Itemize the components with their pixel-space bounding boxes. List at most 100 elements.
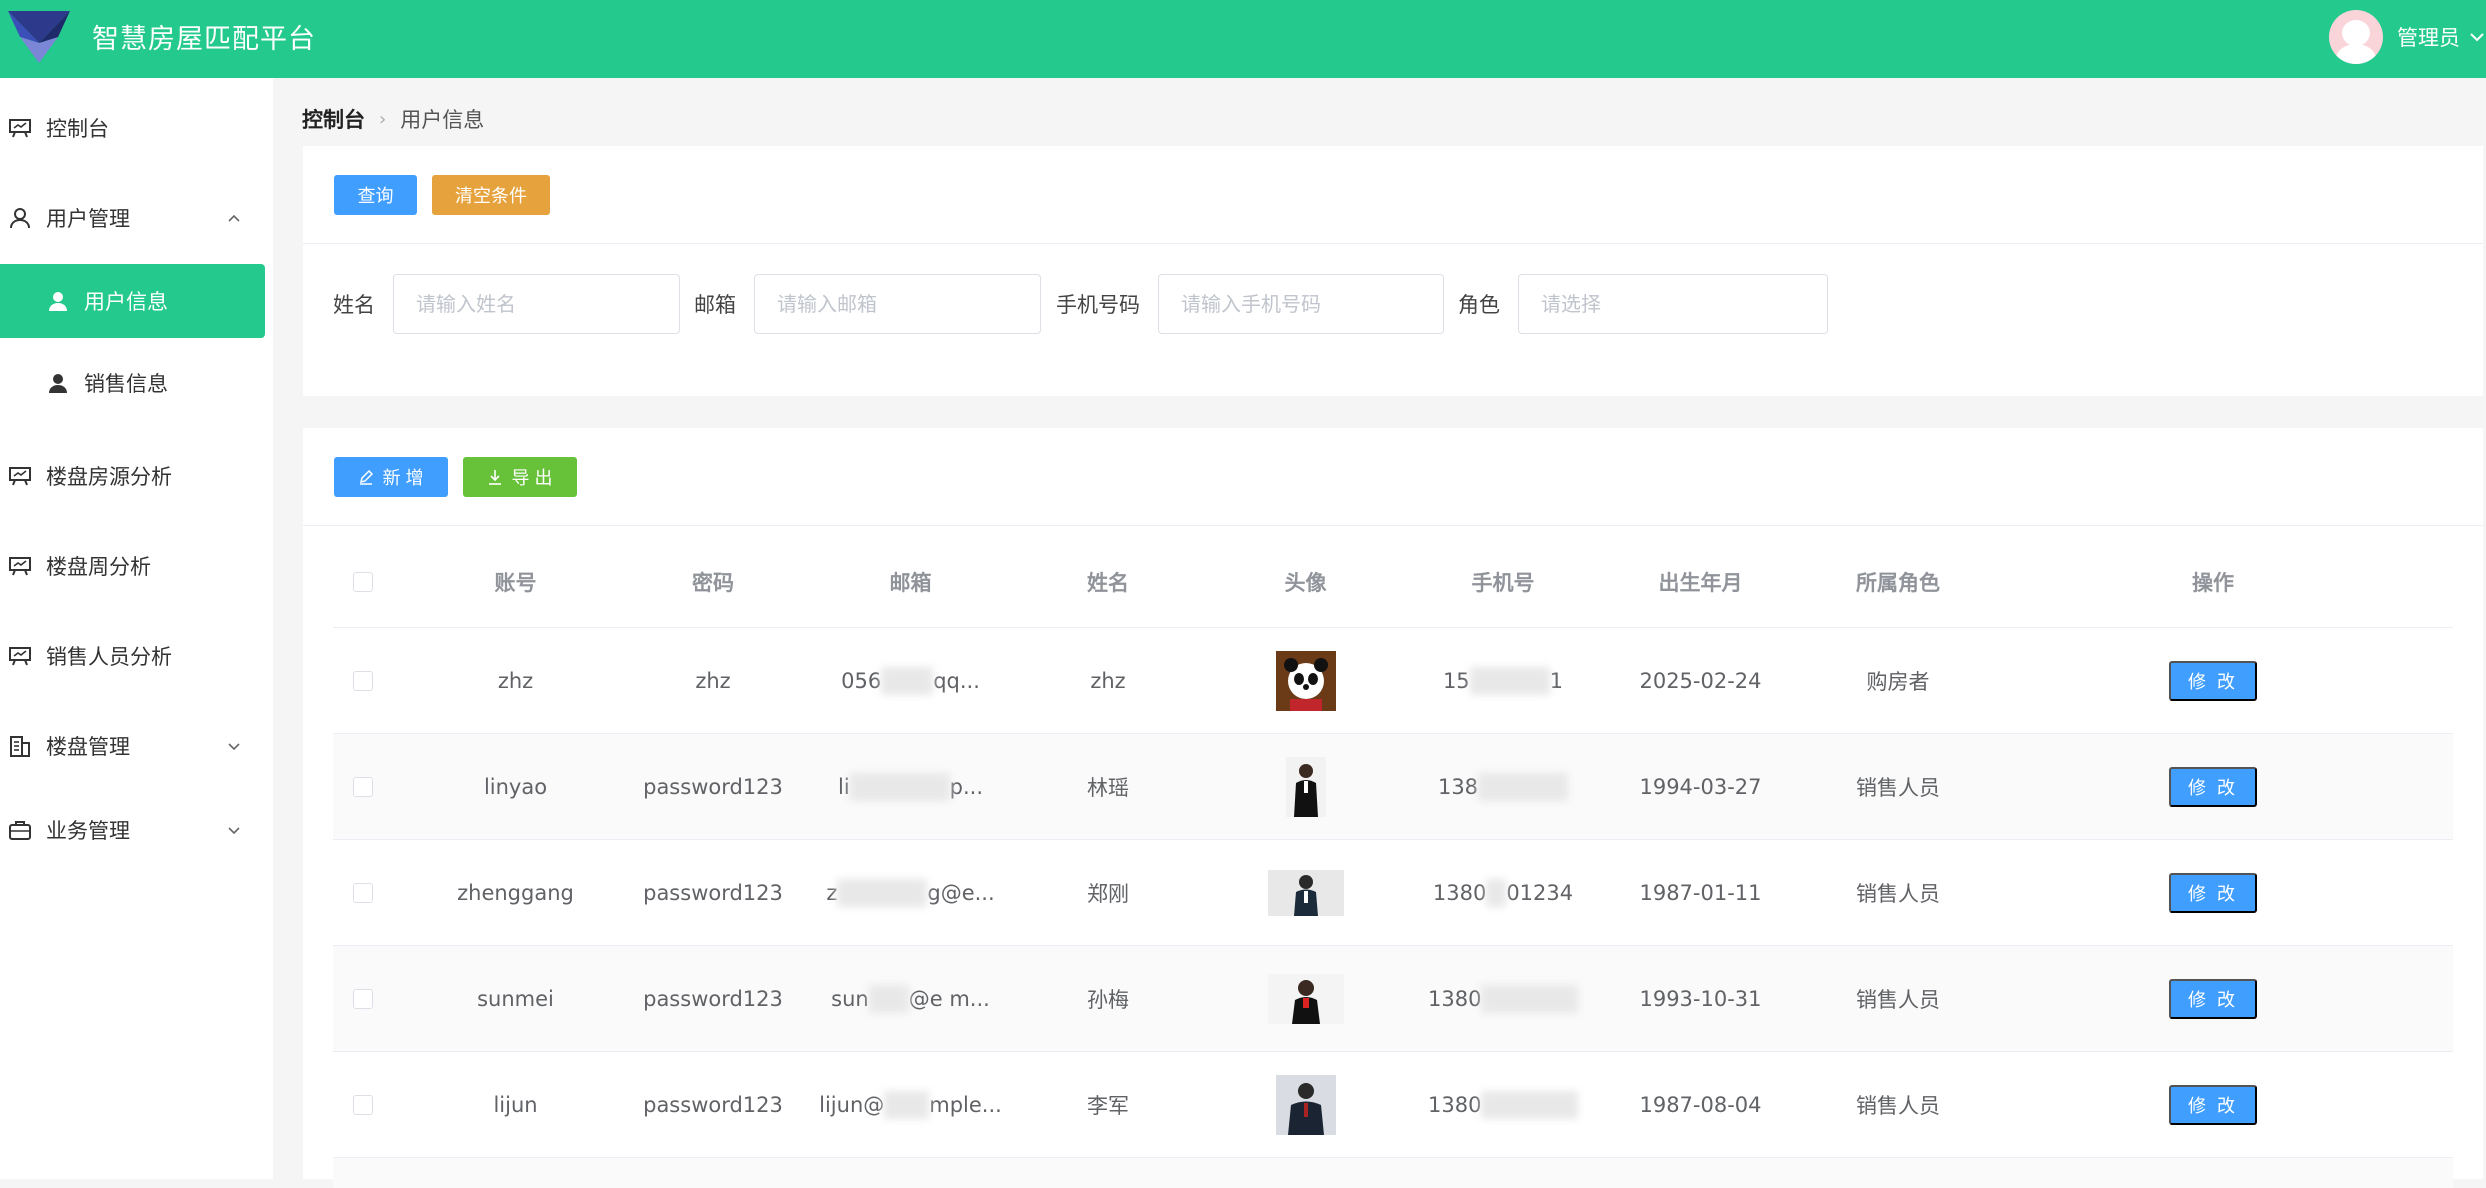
presentation-icon <box>9 647 31 666</box>
sidebar-item-sales-info[interactable]: 销售信息 <box>0 346 265 420</box>
action-cell: 修 改 <box>1973 628 2453 734</box>
sidebar-item-label: 楼盘房源分析 <box>46 465 172 489</box>
select-all-checkbox[interactable] <box>353 572 373 592</box>
birth-cell: 1993-10-31 <box>1639 987 1762 1011</box>
chevron-down-icon[interactable] <box>2468 28 2486 46</box>
email-label: 邮箱 <box>694 293 736 317</box>
account-cell: zhz <box>497 669 534 693</box>
chevron-down-icon <box>228 743 240 751</box>
action-cell: 修 改 <box>1973 734 2453 840</box>
app-title: 智慧房屋匹配平台 <box>92 24 316 55</box>
phone-visible-head: 15 <box>1442 669 1470 693</box>
name-input[interactable] <box>393 274 680 334</box>
email-input[interactable] <box>754 274 1041 334</box>
phone-input[interactable] <box>1158 274 1444 334</box>
phone-visible-head: 138 <box>1437 775 1479 799</box>
row-checkbox[interactable] <box>353 671 373 691</box>
row-checkbox[interactable] <box>353 1095 373 1115</box>
password-cell: password123 <box>643 775 783 799</box>
avatar-cell <box>1183 628 1428 734</box>
sidebar-item-label: 销售信息 <box>84 372 168 396</box>
table-row <box>333 1158 2453 1188</box>
edit-button[interactable]: 修 改 <box>2169 767 2257 807</box>
user-name[interactable]: 管理员 <box>2397 22 2460 52</box>
sidebar-item-sales-analysis[interactable]: 销售人员分析 <box>0 621 273 691</box>
person-avatar <box>1267 974 1344 1024</box>
column-header: 头像 <box>1284 571 1327 595</box>
add-button[interactable]: 新 增 <box>334 457 448 497</box>
presentation-icon <box>9 467 31 486</box>
name-cell: 孙梅 <box>1087 988 1129 1012</box>
chevron-down-icon <box>228 827 240 835</box>
password-cell: zhz <box>695 669 731 693</box>
panda-avatar <box>1275 651 1336 711</box>
table-row: zhenggang password123 z g@e... 郑刚 1380 012… <box>333 840 2453 946</box>
sidebar-item-label: 控制台 <box>46 117 109 141</box>
export-button[interactable]: 导 出 <box>463 457 577 497</box>
role-cell: 销售人员 <box>1856 776 1940 800</box>
sidebar-item-label: 楼盘管理 <box>46 735 130 759</box>
name-cell: 郑刚 <box>1087 882 1129 906</box>
breadcrumb-home[interactable]: 控制台 <box>302 104 365 134</box>
row-checkbox[interactable] <box>353 883 373 903</box>
edit-icon <box>360 469 374 485</box>
clear-conditions-button[interactable]: 清空条件 <box>432 175 550 215</box>
column-header: 邮箱 <box>889 571 932 595</box>
birth-cell: 1987-01-11 <box>1639 881 1762 905</box>
user-avatar[interactable] <box>2329 10 2383 64</box>
email-visible-head: li <box>837 775 850 799</box>
role-cell: 销售人员 <box>1856 882 1940 906</box>
sidebar-item-user-management[interactable]: 用户管理 <box>0 183 273 253</box>
edit-button[interactable]: 修 改 <box>2169 979 2257 1019</box>
password-cell: password123 <box>643 1093 783 1117</box>
search-panel <box>303 146 2483 396</box>
edit-button[interactable]: 修 改 <box>2169 661 2257 701</box>
table-header: 账号 密码 邮箱 姓名 头像 手机号 出生年月 所属角色 操作 <box>333 536 2453 628</box>
avatar-cell <box>1183 840 1428 946</box>
avatar-cell <box>1183 946 1428 1052</box>
sidebar-item-user-info[interactable]: 用户信息 <box>0 264 265 338</box>
row-checkbox[interactable] <box>353 777 373 797</box>
sidebar-item-business-management[interactable]: 业务管理 <box>0 795 273 865</box>
user-outline-icon <box>10 208 30 229</box>
query-button[interactable]: 查询 <box>334 175 417 215</box>
sidebar-item-weekly-analysis[interactable]: 楼盘周分析 <box>0 531 273 601</box>
download-icon <box>489 470 502 485</box>
column-header: 出生年月 <box>1658 571 1743 595</box>
sidebar: 控制台 用户管理 用户信息 销售信息 楼盘房源分析 楼盘周分析 销售人员分析 楼… <box>0 78 273 1179</box>
email-visible-tail: p... <box>949 775 984 799</box>
email-cell: 056 qq... <box>788 628 1033 734</box>
phone-cell: 1380 <box>1428 1052 1578 1158</box>
email-visible-tail: g@e... <box>927 881 995 905</box>
name-label: 姓名 <box>333 293 375 317</box>
presentation-icon <box>9 557 31 576</box>
chevron-right-icon: › <box>379 108 387 130</box>
avatar-cell <box>1183 734 1428 840</box>
person-avatar <box>1285 757 1326 817</box>
sidebar-item-property-management[interactable]: 楼盘管理 <box>0 711 273 781</box>
user-menu[interactable]: 管理员 <box>2329 6 2486 68</box>
phone-label: 手机号码 <box>1056 293 1140 317</box>
action-cell: 修 改 <box>1973 840 2453 946</box>
briefcase-icon <box>9 821 31 840</box>
email-visible-tail: @e m... <box>908 987 990 1011</box>
name-cell: 李军 <box>1087 1094 1129 1118</box>
phone-visible-tail: 1 <box>1549 669 1564 693</box>
phone-visible-tail: 01234 <box>1506 881 1574 905</box>
table-row: linyao password123 li p... 林瑶 138 1994-03… <box>333 734 2453 840</box>
email-visible-tail: qq... <box>933 669 980 693</box>
edit-button[interactable]: 修 改 <box>2169 1085 2257 1125</box>
column-header: 密码 <box>692 571 734 595</box>
birth-cell: 2025-02-24 <box>1639 669 1762 693</box>
role-select[interactable] <box>1518 274 1828 334</box>
account-cell: sunmei <box>477 987 554 1011</box>
sidebar-item-label: 业务管理 <box>46 819 130 843</box>
sidebar-item-property-analysis[interactable]: 楼盘房源分析 <box>0 441 273 511</box>
sidebar-item-label: 用户信息 <box>84 290 168 314</box>
edit-button[interactable]: 修 改 <box>2169 873 2257 913</box>
account-cell: linyao <box>483 775 548 799</box>
row-checkbox[interactable] <box>353 989 373 1009</box>
sidebar-item-dashboard[interactable]: 控制台 <box>0 93 273 163</box>
sidebar-item-label: 销售人员分析 <box>46 645 172 669</box>
top-header: 智慧房屋匹配平台 管理员 <box>0 0 2486 78</box>
